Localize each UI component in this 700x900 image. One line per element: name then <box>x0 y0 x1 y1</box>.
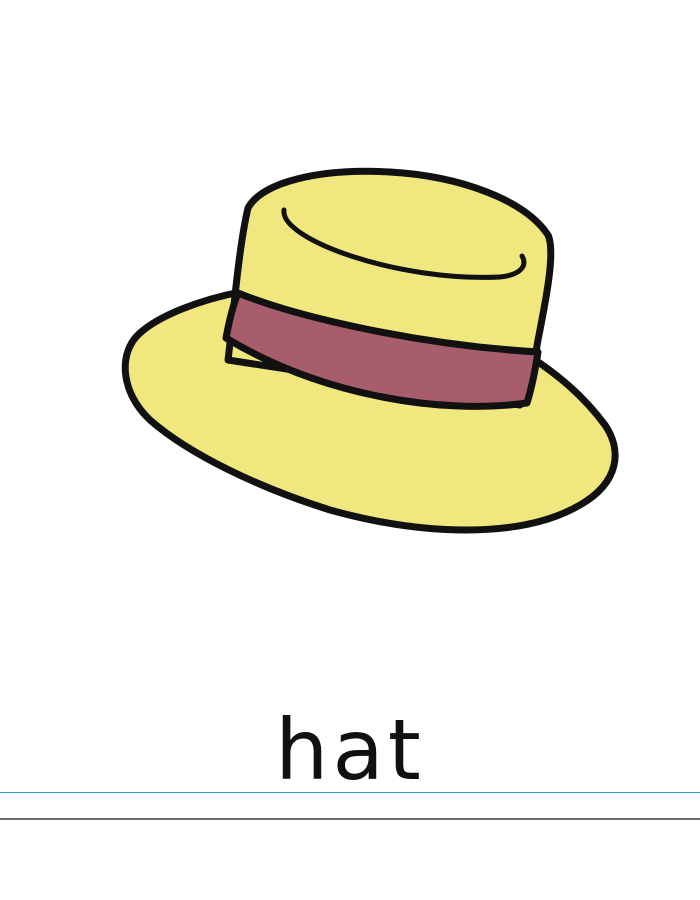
word-container: hat <box>0 708 700 792</box>
handwriting-lines: hat <box>0 700 700 840</box>
word-label: hat <box>269 708 431 792</box>
hat-icon <box>121 167 619 534</box>
hat-illustration <box>0 0 700 640</box>
bottom-line <box>0 818 700 820</box>
